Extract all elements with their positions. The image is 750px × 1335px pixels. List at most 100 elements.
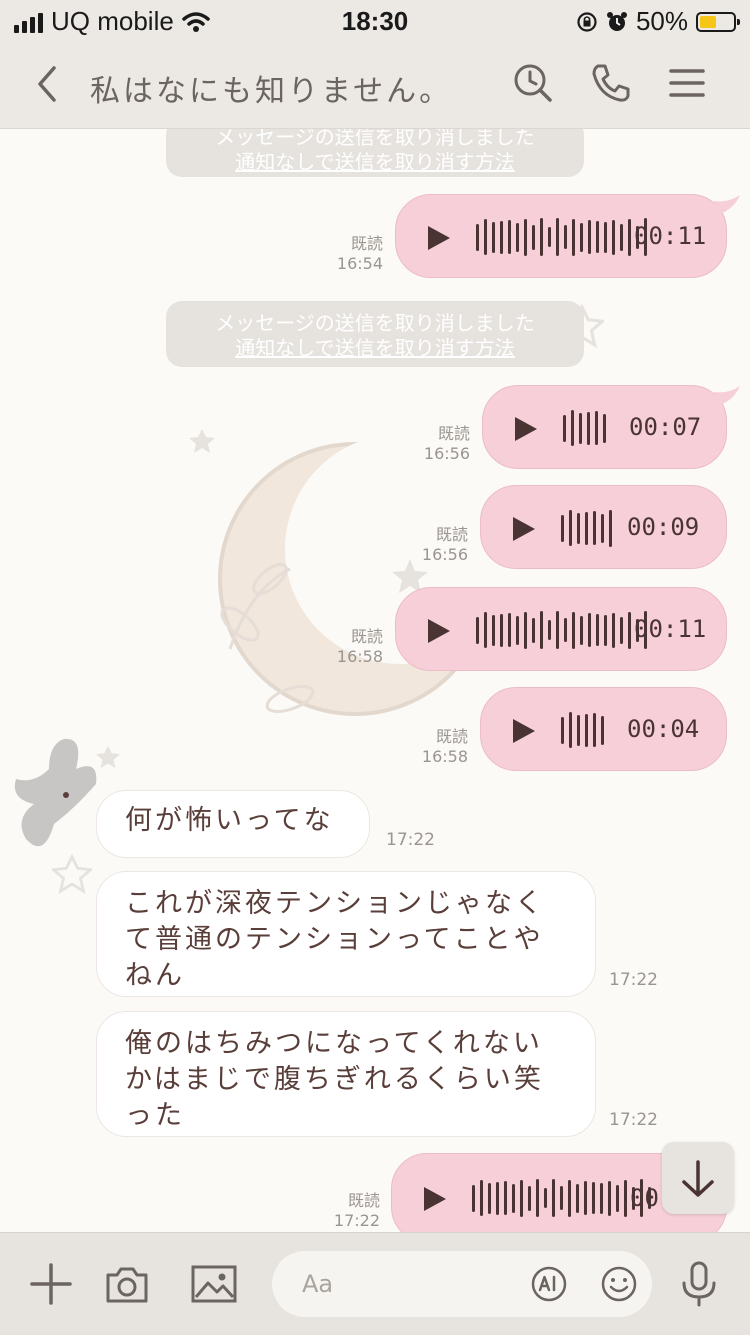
waveform-bar	[496, 1181, 499, 1215]
waveform-bar	[532, 224, 535, 250]
incoming-message-bubble[interactable]: 何が怖いってな	[96, 790, 370, 858]
alarm-icon	[606, 11, 627, 31]
voice-duration: 00:11	[634, 615, 707, 643]
voice-duration: 00:11	[634, 222, 707, 250]
waveform-bar	[476, 616, 479, 644]
waveform-bar	[612, 219, 615, 255]
waveform-bar	[564, 225, 567, 249]
menu-icon[interactable]	[665, 60, 711, 106]
waveform-bar	[624, 1179, 627, 1217]
chat-area[interactable]: メッセージの送信を取り消しました 通知なしで送信を取り消す方法 既読 16:54…	[0, 129, 750, 1232]
waveform-bar	[592, 1182, 595, 1214]
play-icon[interactable]	[424, 1187, 446, 1211]
waveform-bar	[577, 714, 580, 746]
waveform-bar	[588, 613, 591, 647]
unsend-notice: メッセージの送信を取り消しました 通知なしで送信を取り消す方法	[166, 301, 584, 367]
camera-icon[interactable]	[102, 1259, 152, 1309]
waveform-bar	[500, 613, 503, 647]
read-receipt: 既読	[350, 627, 383, 646]
waveform-bar	[516, 615, 519, 645]
unsend-help-link[interactable]: 通知なしで送信を取り消す方法	[166, 150, 584, 175]
message-time: 16:54	[336, 254, 383, 273]
waveform-bar	[569, 712, 572, 748]
voice-message-bubble[interactable]: 00:04	[480, 687, 727, 771]
waveform-bar	[601, 513, 604, 543]
waveform-bar	[620, 616, 623, 644]
voice-message-bubble[interactable]: 00:07	[482, 385, 740, 469]
waveform-bar	[504, 1181, 507, 1215]
waveform-bar	[564, 618, 567, 642]
play-icon[interactable]	[513, 517, 535, 541]
waveform-bar	[540, 218, 543, 256]
waveform-bar	[568, 1179, 571, 1217]
battery-percent: 50%	[635, 6, 688, 36]
waveform-bar	[508, 220, 511, 254]
waveform	[472, 1178, 651, 1218]
waveform-bar	[588, 220, 591, 254]
voice-message-bubble[interactable]: 00:09	[480, 485, 727, 569]
microphone-icon[interactable]	[674, 1259, 724, 1309]
waveform-bar	[603, 413, 606, 443]
message-meta: 既読 16:58	[300, 627, 383, 667]
waveform-bar	[609, 509, 612, 547]
play-icon[interactable]	[515, 417, 537, 441]
bubble-tail	[714, 195, 740, 215]
avatar[interactable]	[4, 729, 104, 869]
message-text: 何が怖いってな	[125, 805, 334, 836]
waveform-bar	[616, 1184, 619, 1212]
status-right: 50%	[576, 6, 740, 37]
message-time: 16:58	[336, 647, 383, 666]
waveform-bar	[576, 1183, 579, 1213]
waveform-bar	[488, 1182, 491, 1214]
read-receipt: 既読	[437, 424, 470, 443]
ai-icon[interactable]	[530, 1265, 568, 1303]
battery-icon	[696, 11, 740, 32]
scroll-to-bottom-button[interactable]	[662, 1142, 734, 1214]
status-bar: UQ mobile 18:30 50%	[0, 0, 750, 40]
emoji-icon[interactable]	[600, 1265, 638, 1303]
waveform-bar	[596, 614, 599, 646]
waveform-bar	[556, 611, 559, 649]
voice-duration: 00:04	[627, 715, 700, 743]
play-icon[interactable]	[513, 719, 535, 743]
waveform-bar	[524, 218, 527, 256]
message-input[interactable]: Aa	[272, 1251, 652, 1317]
chevron-left-icon[interactable]	[28, 62, 68, 106]
waveform-bar	[500, 220, 503, 254]
waveform-bar	[584, 1181, 587, 1215]
waveform-bar	[508, 613, 511, 647]
search-icon[interactable]	[510, 60, 556, 106]
waveform-bar	[593, 511, 596, 545]
voice-message-bubble[interactable]: 00:11	[395, 194, 740, 278]
message-time: 17:22	[333, 1211, 380, 1230]
waveform-bar	[528, 1185, 531, 1211]
incoming-message-bubble[interactable]: 俺のはちみつになってくれないかはまじで腹ちぎれるくらい笑った	[96, 1011, 596, 1137]
waveform-bar	[596, 221, 599, 253]
message-time: 17:22	[386, 830, 435, 850]
waveform-bar	[540, 611, 543, 649]
waveform	[476, 217, 647, 257]
message-meta: 既読 16:58	[386, 727, 468, 767]
voice-message-bubble[interactable]: 00:11	[395, 587, 727, 671]
plus-icon[interactable]	[26, 1259, 76, 1309]
battery-fill	[700, 15, 716, 28]
waveform	[561, 710, 604, 750]
play-icon[interactable]	[428, 226, 450, 250]
message-time: 17:22	[609, 1110, 658, 1130]
incoming-message-bubble[interactable]: これが深夜テンションじゃなくて普通のテンションってことやねん	[96, 871, 596, 997]
voice-duration: 00:09	[627, 513, 700, 541]
phone-icon[interactable]	[588, 60, 634, 106]
voice-duration: 00:07	[629, 413, 702, 441]
image-icon[interactable]	[188, 1259, 238, 1309]
waveform-bar	[593, 713, 596, 747]
message-time: 16:56	[423, 444, 470, 463]
waveform-bar	[560, 1186, 563, 1210]
waveform-bar	[585, 713, 588, 747]
waveform	[563, 408, 606, 448]
read-receipt: 既読	[435, 525, 468, 544]
read-receipt: 既読	[347, 1191, 380, 1210]
unsend-notice-text: メッセージの送信を取り消しました	[215, 311, 535, 335]
unsend-help-link[interactable]: 通知なしで送信を取り消す方法	[166, 336, 584, 361]
play-icon[interactable]	[428, 619, 450, 643]
waveform-bar	[561, 716, 564, 744]
